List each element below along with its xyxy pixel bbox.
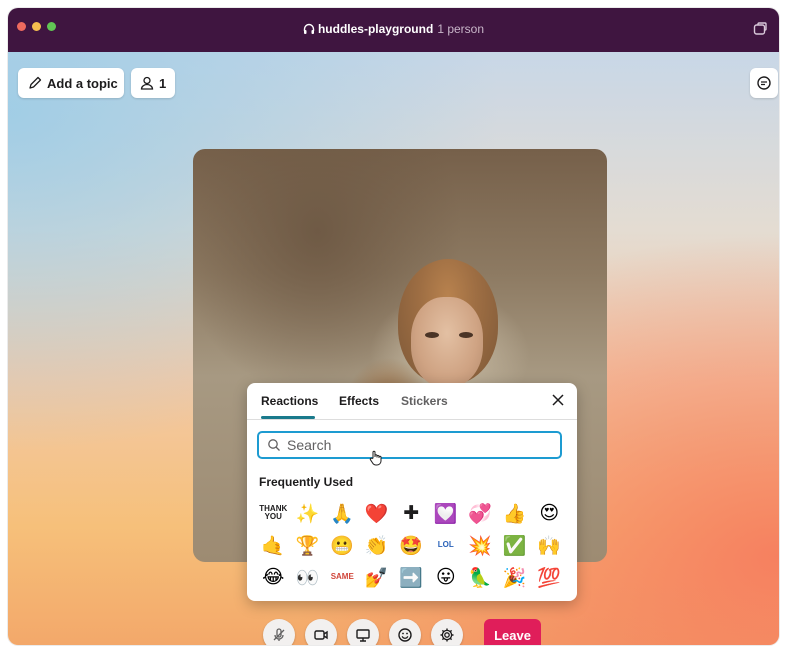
gear-icon — [440, 628, 454, 642]
reaction-picker: Reactions Effects Stickers Frequently Us… — [247, 383, 577, 601]
huddle-window: huddles-playground 1 person Add a topic 1 — [8, 8, 779, 645]
emoji-thumbsup[interactable]: 👍 — [498, 497, 533, 529]
emoji-clap[interactable]: 👏 — [360, 529, 395, 561]
emoji-boom[interactable]: 💥 — [463, 529, 498, 561]
participant-count-text: 1 person — [437, 22, 485, 36]
emoji-ty-heart[interactable]: 💟 — [429, 497, 464, 529]
screen-share-button[interactable] — [347, 619, 379, 645]
search-icon — [268, 439, 280, 451]
emoji-perfect[interactable]: 💯 — [532, 561, 567, 593]
picker-tabs: Reactions Effects Stickers — [247, 383, 577, 420]
tab-stickers[interactable]: Stickers — [401, 394, 448, 408]
emoji-nail-polish[interactable]: 💅 — [360, 561, 395, 593]
search-input[interactable] — [287, 437, 547, 453]
add-topic-label: Add a topic — [47, 75, 118, 91]
huddle-controls: Leave — [8, 619, 779, 645]
participant-face — [411, 297, 483, 387]
pencil-icon — [29, 76, 42, 89]
emoji-grid: THANK YOU ✨ 🙏 ❤️ ✚ 💟 💞 👍 😍 🤙 🏆 😬 👏 🤩 LOL 💥 ✅ 🙌 😂 👀 SAME 💅 ➡️ 😛 🦜… — [256, 497, 567, 593]
active-tab-indicator — [261, 416, 315, 419]
emoji-pray[interactable]: 🙏 — [325, 497, 360, 529]
settings-button[interactable] — [431, 619, 463, 645]
emoji-call-me[interactable]: 🤙 — [256, 529, 291, 561]
thread-button[interactable] — [750, 68, 778, 98]
headphones-icon — [303, 23, 315, 34]
person-icon — [140, 76, 154, 90]
participants-button[interactable]: 1 — [131, 68, 175, 98]
add-topic-button[interactable]: Add a topic — [18, 68, 124, 98]
tab-reactions[interactable]: Reactions — [261, 394, 318, 408]
emoji-eyes[interactable]: 👀 — [291, 561, 326, 593]
emoji-raised-hands[interactable]: 🙌 — [532, 529, 567, 561]
emoji-trophy[interactable]: 🏆 — [291, 529, 326, 561]
emoji-tongue[interactable]: 😛 — [429, 561, 464, 593]
emoji-heart-eyes[interactable]: 😍 — [532, 497, 567, 529]
emoji-same[interactable]: SAME — [325, 561, 360, 593]
emoji-arrow-right[interactable]: ➡️ — [394, 561, 429, 593]
emoji-grimacing[interactable]: 😬 — [325, 529, 360, 561]
pointer-hand-cursor-icon — [369, 450, 382, 466]
participant-eye — [425, 332, 439, 338]
emoji-check[interactable]: ✅ — [498, 529, 533, 561]
video-button[interactable] — [305, 619, 337, 645]
reactions-button[interactable] — [389, 619, 421, 645]
screen-share-icon — [356, 629, 370, 642]
search-field[interactable] — [257, 431, 562, 459]
emoji-sparkles[interactable]: ✨ — [291, 497, 326, 529]
close-icon[interactable] — [549, 391, 567, 409]
emoji-heart[interactable]: ❤️ — [360, 497, 395, 529]
mic-off-icon — [273, 628, 285, 641]
channel-name: huddles-playground — [317, 22, 434, 36]
emoji-joy[interactable]: 😂 — [256, 561, 291, 593]
leave-button[interactable]: Leave — [484, 619, 541, 645]
pop-out-icon[interactable] — [753, 22, 767, 41]
section-title: Frequently Used — [259, 475, 354, 489]
huddle-stage: Add a topic 1 Reactions Effects Stickers… — [8, 52, 779, 645]
emoji-heavy-plus[interactable]: ✚ — [394, 497, 429, 529]
emoji-party-parrot[interactable]: 🦜 — [463, 561, 498, 593]
titlebar: huddles-playground 1 person — [8, 8, 779, 52]
tab-effects[interactable]: Effects — [339, 394, 379, 408]
participants-count: 1 — [159, 75, 167, 91]
emoji-lol[interactable]: LOL — [429, 529, 464, 561]
chat-icon — [757, 76, 771, 90]
video-icon — [314, 630, 328, 640]
smiley-icon — [398, 628, 412, 642]
emoji-star-struck[interactable]: 🤩 — [394, 529, 429, 561]
mic-off-button[interactable] — [263, 619, 295, 645]
participant-eye — [459, 332, 473, 338]
emoji-sparkling-heart[interactable]: 💞 — [463, 497, 498, 529]
emoji-thank-you[interactable]: THANK YOU — [256, 497, 291, 529]
window-title: huddles-playground 1 person — [8, 22, 779, 36]
emoji-tada[interactable]: 🎉 — [498, 561, 533, 593]
